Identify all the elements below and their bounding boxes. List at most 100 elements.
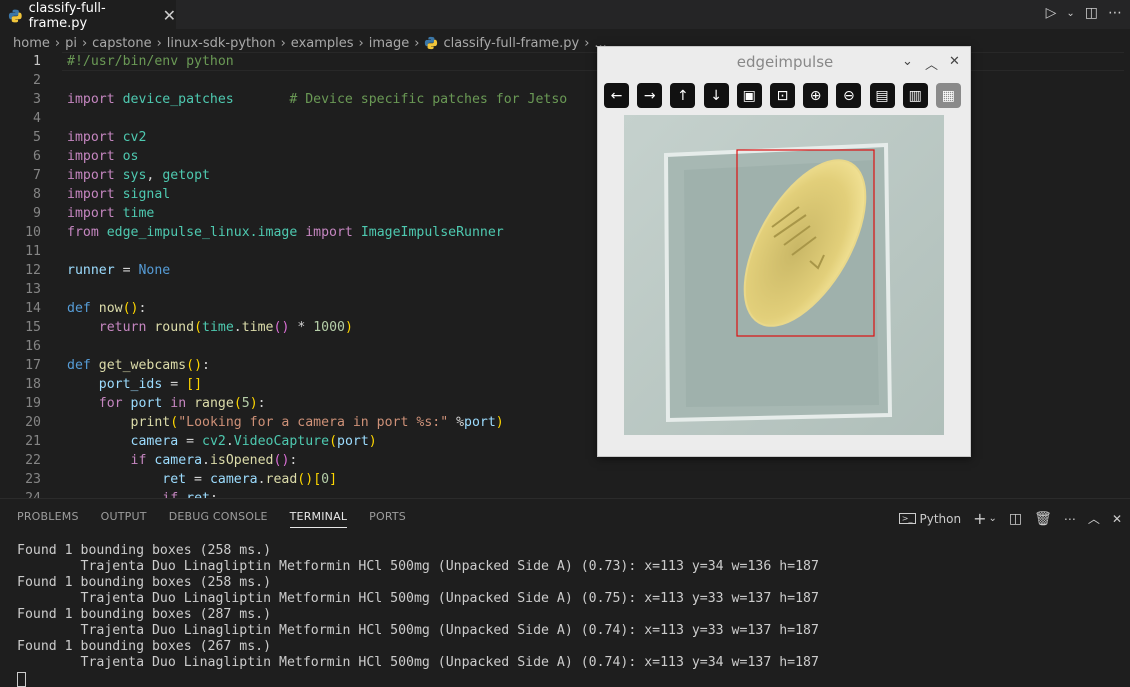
terminal-line: Found 1 bounding boxes (267 ms.) bbox=[17, 639, 272, 654]
chevron-down-icon[interactable]: ⌄ bbox=[902, 54, 913, 69]
terminal-cursor bbox=[17, 672, 26, 687]
more-actions-icon[interactable]: ⋯ bbox=[1108, 5, 1122, 21]
python-file-icon bbox=[425, 36, 438, 50]
chevron-right-icon: › bbox=[358, 35, 364, 51]
code-text: time bbox=[202, 320, 234, 335]
arrow-left-icon[interactable]: ← bbox=[604, 83, 629, 108]
tab-problems[interactable]: PROBLEMS bbox=[17, 510, 79, 528]
code-text: camera bbox=[154, 453, 203, 468]
code-text: get_webcams bbox=[98, 358, 187, 373]
terminal-line: Found 1 bounding boxes (258 ms.) bbox=[17, 575, 272, 590]
code-text: getopt bbox=[162, 168, 210, 183]
code-text: 0 bbox=[321, 472, 330, 487]
image-toolbar: ← → ↑ ↓ ▣ ⊡ ⊕ ⊖ ▤ ▥ ▦ bbox=[604, 83, 969, 108]
run-icon[interactable]: ▷ bbox=[1046, 5, 1057, 21]
code-text: port_ids bbox=[98, 377, 163, 392]
close-window-icon[interactable]: ✕ bbox=[949, 54, 960, 69]
code-text: import bbox=[67, 187, 115, 202]
line-number: 10 bbox=[25, 225, 41, 240]
terminal-output[interactable]: Found 1 bounding boxes (258 ms.) Trajent… bbox=[17, 543, 819, 671]
chevron-right-icon: › bbox=[414, 35, 420, 51]
zoom-out-icon[interactable]: ⊖ bbox=[836, 83, 862, 108]
split-terminal-icon[interactable]: ◫ bbox=[1009, 511, 1022, 527]
paint-brush-icon[interactable]: ▦ bbox=[935, 83, 961, 108]
image-search-icon[interactable]: ⊡ bbox=[769, 83, 795, 108]
breadcrumb-linux-sdk-python[interactable]: linux-sdk-python bbox=[167, 36, 276, 51]
maximize-panel-icon[interactable]: ︿ bbox=[1088, 510, 1100, 527]
code-text: port bbox=[130, 396, 163, 411]
tab-label: classify-full-frame.py bbox=[28, 0, 106, 31]
line-number: 2 bbox=[33, 73, 41, 88]
code-text: import bbox=[67, 168, 115, 183]
code-text: VideoCapture bbox=[233, 434, 330, 449]
code-text: def bbox=[67, 358, 91, 373]
tab-ports[interactable]: PORTS bbox=[369, 510, 406, 528]
close-tab-icon[interactable]: ✕ bbox=[163, 7, 176, 24]
maximize-icon[interactable]: ︿ bbox=[925, 54, 938, 73]
image-icon[interactable]: ▣ bbox=[736, 83, 762, 108]
line-number: 11 bbox=[25, 244, 41, 259]
arrow-up-icon[interactable]: ↑ bbox=[670, 83, 696, 108]
terminal-line: Trajenta Duo Linagliptin Metformin HCl 5… bbox=[17, 591, 819, 606]
line-number: 24 bbox=[0, 489, 41, 498]
code-text: print bbox=[130, 415, 171, 430]
chevron-down-icon[interactable]: ⌄ bbox=[1066, 8, 1074, 19]
zoom-in-icon[interactable]: ⊕ bbox=[803, 83, 829, 108]
code-text: 1000 bbox=[313, 320, 345, 335]
line-number: 23 bbox=[25, 472, 41, 487]
shell-label[interactable]: Python bbox=[920, 512, 962, 526]
breadcrumb-examples[interactable]: examples bbox=[291, 36, 354, 51]
breadcrumb-file[interactable]: classify-full-frame.py bbox=[443, 36, 579, 51]
window-title: edgeimpulse bbox=[736, 53, 834, 71]
breadcrumb-home[interactable]: home bbox=[13, 36, 50, 51]
line-number: 7 bbox=[33, 168, 41, 183]
tab-terminal[interactable]: TERMINAL bbox=[289, 510, 348, 528]
line-number: 22 bbox=[25, 453, 41, 468]
code-text: ret bbox=[186, 491, 210, 498]
close-panel-icon[interactable]: ✕ bbox=[1112, 512, 1122, 526]
code-text: round bbox=[154, 320, 195, 335]
code-text: ImageImpulseRunner bbox=[360, 225, 504, 240]
tab-output[interactable]: OUTPUT bbox=[101, 510, 147, 528]
line-number: 17 bbox=[25, 358, 41, 373]
save-icon[interactable]: ▤ bbox=[869, 83, 895, 108]
pill-photo bbox=[624, 115, 944, 435]
line-number: 16 bbox=[25, 339, 41, 354]
chevron-right-icon: › bbox=[156, 35, 162, 51]
line-number: 21 bbox=[25, 434, 41, 449]
line-number: 9 bbox=[33, 206, 41, 221]
code-text: return bbox=[98, 320, 147, 335]
line-number: 8 bbox=[33, 187, 41, 202]
terminal-line: Found 1 bounding boxes (258 ms.) bbox=[17, 543, 272, 558]
bottom-panel: PROBLEMS OUTPUT DEBUG CONSOLE TERMINAL P… bbox=[0, 498, 1130, 687]
line-number: 12 bbox=[25, 263, 41, 278]
more-actions-icon[interactable]: ⋯ bbox=[1064, 512, 1076, 526]
line-number: 14 bbox=[25, 301, 41, 316]
camera-frame bbox=[624, 115, 944, 435]
image-viewer-window: edgeimpulse ⌄ ︿ ✕ ← → ↑ ↓ ▣ ⊡ ⊕ ⊖ ▤ ▥ ▦ bbox=[597, 46, 971, 457]
code-text: os bbox=[122, 149, 139, 164]
chevron-right-icon: › bbox=[584, 35, 590, 51]
arrow-right-icon[interactable]: → bbox=[637, 83, 663, 108]
tab-classify-full-frame[interactable]: classify-full-frame.py ✕ bbox=[0, 0, 176, 31]
breadcrumb-capstone[interactable]: capstone bbox=[92, 36, 151, 51]
chevron-down-icon[interactable]: ⌄ bbox=[989, 513, 997, 524]
terminal-icon: >_ bbox=[898, 513, 916, 524]
code-text: if bbox=[162, 491, 178, 498]
breadcrumb-image[interactable]: image bbox=[369, 36, 410, 51]
breadcrumb: home › pi › capstone › linux-sdk-python › ex… bbox=[13, 33, 607, 53]
clipboard-icon[interactable]: ▥ bbox=[902, 83, 928, 108]
tab-debug-console[interactable]: DEBUG CONSOLE bbox=[169, 510, 268, 528]
line-number: 19 bbox=[25, 396, 41, 411]
code-text: port bbox=[337, 434, 369, 449]
split-editor-icon[interactable]: ◫ bbox=[1085, 5, 1098, 21]
panel-tabs: PROBLEMS OUTPUT DEBUG CONSOLE TERMINAL P… bbox=[17, 510, 428, 528]
arrow-down-icon[interactable]: ↓ bbox=[703, 83, 729, 108]
new-terminal-icon[interactable]: + bbox=[973, 509, 986, 528]
breadcrumb-pi[interactable]: pi bbox=[65, 36, 77, 51]
editor-actions: ▷ ⌄ ◫ ⋯ bbox=[1046, 5, 1122, 21]
code-text: range bbox=[194, 396, 234, 411]
trash-icon[interactable]: 🗑 bbox=[1034, 511, 1052, 527]
code-text: 5 bbox=[241, 396, 250, 411]
code-text: edge_impulse_linux.image bbox=[106, 225, 298, 240]
